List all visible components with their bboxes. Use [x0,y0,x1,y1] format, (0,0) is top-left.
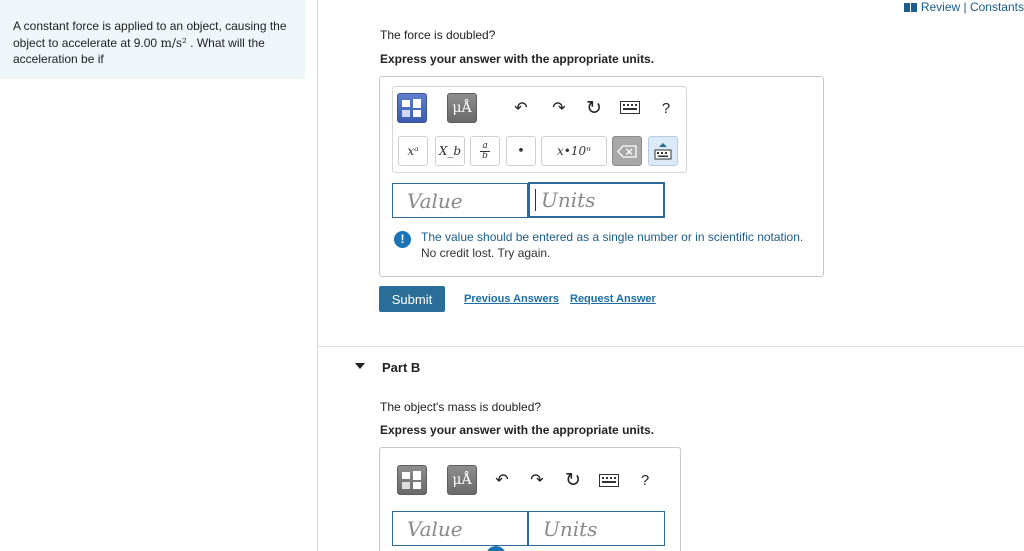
redo-icon[interactable]: ↷ [548,97,570,119]
request-answer-link[interactable]: Request Answer [570,293,656,305]
undo-icon[interactable]: ↶ [510,97,532,119]
part-b-redo-icon[interactable]: ↷ [526,469,548,491]
templates-icon [402,99,421,117]
submit-button[interactable]: Submit [379,286,445,312]
part-b-help-icon[interactable]: ? [635,469,655,491]
part-b-units-symbols-button[interactable]: μÅ [447,465,477,495]
keyboard-toggle-icon [654,143,672,160]
problem-unit: m/s² [160,35,187,50]
part-b-value-placeholder: Value [407,516,463,541]
keyboard-glyph [620,101,640,114]
superscript-label: xᵃ [407,144,419,158]
part-b-instruction: Express your answer with the appropriate… [380,423,655,437]
part-b-keyboard-icon[interactable] [599,474,619,487]
review-constants-link[interactable]: Review | Constants [903,0,1024,14]
part-a-instruction: Express your answer with the appropriate… [380,52,655,66]
part-b-keyboard-glyph [599,474,619,487]
warning-message: The value should be entered as a single … [421,230,804,244]
keyboard-icon[interactable] [620,101,640,114]
units-symbols-button[interactable]: μÅ [447,93,477,123]
part-a-value-placeholder: Value [407,188,463,213]
part-b-templates-icon [402,471,421,489]
part-b-question: The object's mass is doubled? [380,400,542,414]
subscript-label: X_b [438,144,462,158]
templates-button[interactable] [397,93,427,123]
delete-button[interactable] [612,136,642,166]
superscript-button[interactable]: xᵃ [398,136,428,166]
text-caret [535,189,536,211]
part-b-reset-icon[interactable]: ↻ [562,469,584,491]
delete-icon [617,144,637,158]
subscript-button[interactable]: X_b [435,136,465,166]
warning-icon: ! [394,231,411,248]
panel-divider [317,0,318,551]
dot-button[interactable]: • [506,136,536,166]
part-b-value-input[interactable]: Value [392,511,528,546]
fraction-numerator: a [482,140,488,151]
collapse-caret-icon[interactable] [355,363,365,369]
book-icon [903,2,917,12]
part-a-units-placeholder: Units [541,188,596,212]
part-a-question: The force is doubled? [380,28,496,42]
fraction-denominator: b [482,150,488,161]
part-b-units-placeholder: Units [543,516,598,541]
part-divider [318,346,1024,347]
reset-icon[interactable]: ↻ [583,97,605,119]
problem-statement: A constant force is applied to an object… [0,0,305,79]
help-icon[interactable]: ? [656,97,676,119]
previous-answers-link[interactable]: Previous Answers [464,293,559,305]
part-a-value-input[interactable]: Value [392,183,528,218]
scientific-notation-button[interactable]: x•10ⁿ [541,136,607,166]
part-b-templates-button[interactable] [397,465,427,495]
part-b-title[interactable]: Part B [382,360,420,375]
warning-subtext: No credit lost. Try again. [421,246,551,260]
part-a-units-input[interactable]: Units [528,182,665,218]
fraction-button[interactable]: a b [470,136,500,166]
keyboard-toggle-button[interactable] [648,136,678,166]
review-constants-label: Review | Constants [920,0,1024,14]
part-b-undo-icon[interactable]: ↶ [491,469,513,491]
part-b-units-input[interactable]: Units [528,511,665,546]
